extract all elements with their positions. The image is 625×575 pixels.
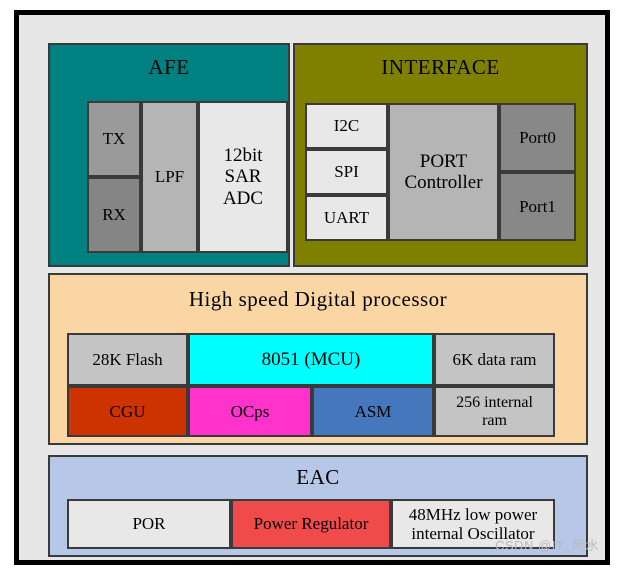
block-sar-adc: 12bit SAR ADC xyxy=(198,101,288,253)
section-afe: AFE TX RX LPF 12bit SAR ADC xyxy=(48,43,290,267)
block-spi-label: SPI xyxy=(334,162,359,182)
block-tx-label: TX xyxy=(102,129,126,149)
section-title-eac: EAC xyxy=(296,465,340,489)
block-i2c-label: I2C xyxy=(333,116,360,136)
block-uart-label: UART xyxy=(323,208,370,228)
block-lpf-label: LPF xyxy=(154,167,185,187)
block-ocps-label: OCps xyxy=(230,401,270,421)
block-internal-ram: 256 internal ram xyxy=(434,386,555,437)
block-sar-adc-line1: 12bit xyxy=(223,145,263,167)
block-power-regulator-label: Power Regulator xyxy=(253,514,369,534)
block-data-ram: 6K data ram xyxy=(434,333,555,386)
block-rx: RX xyxy=(87,177,141,253)
block-mcu-label: 8051 (MCU) xyxy=(261,348,361,370)
block-sar-adc-line2: SAR xyxy=(224,166,262,188)
diagram-canvas: AFE TX RX LPF 12bit SAR ADC INTERFACE I2… xyxy=(0,0,625,575)
block-port0-label: Port0 xyxy=(519,127,556,147)
block-port0: Port0 xyxy=(499,103,576,172)
block-port1: Port1 xyxy=(499,172,576,241)
block-tx: TX xyxy=(87,101,141,177)
block-rx-label: RX xyxy=(102,205,126,225)
block-asm-label: ASM xyxy=(354,401,392,421)
block-power-regulator: Power Regulator xyxy=(231,499,391,549)
block-port-controller-line1: PORT xyxy=(419,150,468,172)
watermark: CSDN @IT_阿水 xyxy=(495,538,599,553)
block-mcu: 8051 (MCU) xyxy=(188,333,434,386)
section-interface: INTERFACE I2C SPI UART PORT Controller P… xyxy=(293,43,588,267)
block-por: POR xyxy=(67,499,231,549)
block-port-controller-line2: Controller xyxy=(404,172,483,193)
block-flash: 28K Flash xyxy=(67,333,188,386)
block-spi: SPI xyxy=(305,149,388,195)
diagram-frame: AFE TX RX LPF 12bit SAR ADC INTERFACE I2… xyxy=(14,10,610,565)
block-i2c: I2C xyxy=(305,103,388,149)
section-title-interface: INTERFACE xyxy=(381,55,500,79)
block-lpf: LPF xyxy=(141,101,198,253)
block-asm: ASM xyxy=(312,386,434,437)
block-sar-adc-line3: ADC xyxy=(222,187,264,209)
block-data-ram-label: 6K data ram xyxy=(452,349,537,369)
section-title-digital-processor: High speed Digital processor xyxy=(188,287,448,311)
block-oscillator-line1: 48MHz low power xyxy=(408,504,538,524)
block-uart: UART xyxy=(305,195,388,241)
block-cgu-label: CGU xyxy=(109,401,146,421)
block-ocps: OCps xyxy=(188,386,312,437)
block-port-controller: PORT Controller xyxy=(388,103,499,241)
block-internal-ram-line2: ram xyxy=(482,411,507,429)
section-digital-processor: High speed Digital processor 28K Flash 8… xyxy=(48,273,588,445)
block-port1-label: Port1 xyxy=(519,196,556,216)
block-cgu: CGU xyxy=(67,386,188,437)
block-por-label: POR xyxy=(132,514,166,534)
block-internal-ram-line1: 256 internal xyxy=(456,393,533,411)
block-flash-label: 28K Flash xyxy=(92,349,163,369)
section-title-afe: AFE xyxy=(148,55,190,79)
